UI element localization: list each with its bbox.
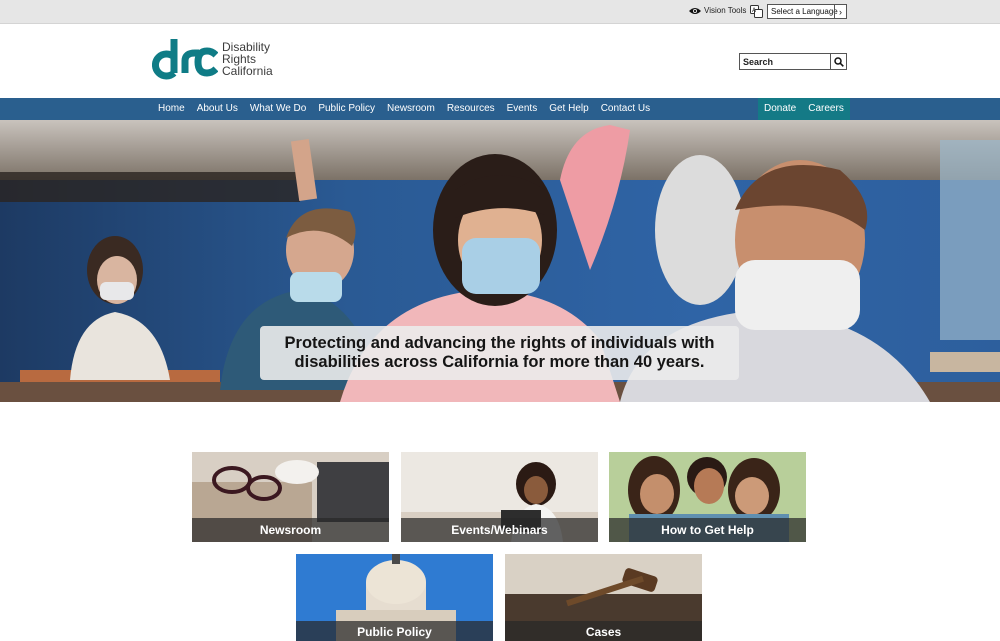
nav-events[interactable]: Events bbox=[501, 98, 544, 120]
eye-icon bbox=[689, 7, 701, 14]
tile-newsroom[interactable]: Newsroom bbox=[192, 452, 389, 542]
tile-events-webinars[interactable]: Events/Webinars bbox=[401, 452, 598, 542]
hero-caption: Protecting and advancing the rights of i… bbox=[260, 326, 739, 380]
tile-public-policy[interactable]: Public Policy bbox=[296, 554, 493, 641]
nav-contact-us[interactable]: Contact Us bbox=[595, 98, 656, 120]
nav-actions: Donate Careers bbox=[758, 98, 850, 120]
tile-cases[interactable]: Cases bbox=[505, 554, 702, 641]
site-header: Disability Rights California bbox=[0, 24, 1000, 98]
nav-about-us[interactable]: About Us bbox=[191, 98, 244, 120]
nav-items: Home About Us What We Do Public Policy N… bbox=[152, 98, 656, 120]
drc-logo-mark bbox=[152, 39, 218, 80]
tile-label: Events/Webinars bbox=[401, 518, 598, 542]
language-select-label: Select a Language bbox=[771, 7, 838, 16]
nav-donate[interactable]: Donate bbox=[758, 98, 802, 120]
site-logo[interactable]: Disability Rights California bbox=[152, 35, 273, 83]
tile-how-to-get-help[interactable]: How to Get Help bbox=[609, 452, 806, 542]
main-nav: Home About Us What We Do Public Policy N… bbox=[0, 98, 1000, 120]
tile-label: Newsroom bbox=[192, 518, 389, 542]
nav-what-we-do[interactable]: What We Do bbox=[244, 98, 313, 120]
chevron-right-icon: › bbox=[834, 5, 846, 18]
vision-tools-link[interactable]: Vision Tools bbox=[689, 6, 746, 15]
vision-tools-label: Vision Tools bbox=[704, 6, 747, 15]
nav-public-policy[interactable]: Public Policy bbox=[312, 98, 381, 120]
nav-home[interactable]: Home bbox=[152, 98, 191, 120]
nav-careers[interactable]: Careers bbox=[802, 98, 850, 120]
search-box bbox=[739, 53, 847, 70]
search-icon bbox=[833, 56, 844, 67]
hero-banner: Protecting and advancing the rights of i… bbox=[0, 120, 1000, 402]
utility-bar: Vision Tools A Select a Language › bbox=[0, 0, 1000, 24]
tile-label: Cases bbox=[505, 621, 702, 641]
search-input[interactable] bbox=[740, 54, 830, 69]
logo-line: California bbox=[222, 64, 273, 78]
nav-newsroom[interactable]: Newsroom bbox=[381, 98, 441, 120]
tile-label: How to Get Help bbox=[609, 518, 806, 542]
nav-resources[interactable]: Resources bbox=[441, 98, 501, 120]
language-select[interactable]: Select a Language › bbox=[767, 4, 847, 19]
translate-icon[interactable]: A bbox=[750, 5, 763, 18]
hero-caption-line: Protecting and advancing the rights of i… bbox=[284, 334, 715, 352]
nav-get-help[interactable]: Get Help bbox=[543, 98, 594, 120]
search-button[interactable] bbox=[830, 54, 846, 69]
tile-label: Public Policy bbox=[296, 621, 493, 641]
logo-text: Disability Rights California bbox=[222, 41, 273, 77]
hero-caption-line: disabilities across California for more … bbox=[294, 353, 705, 371]
